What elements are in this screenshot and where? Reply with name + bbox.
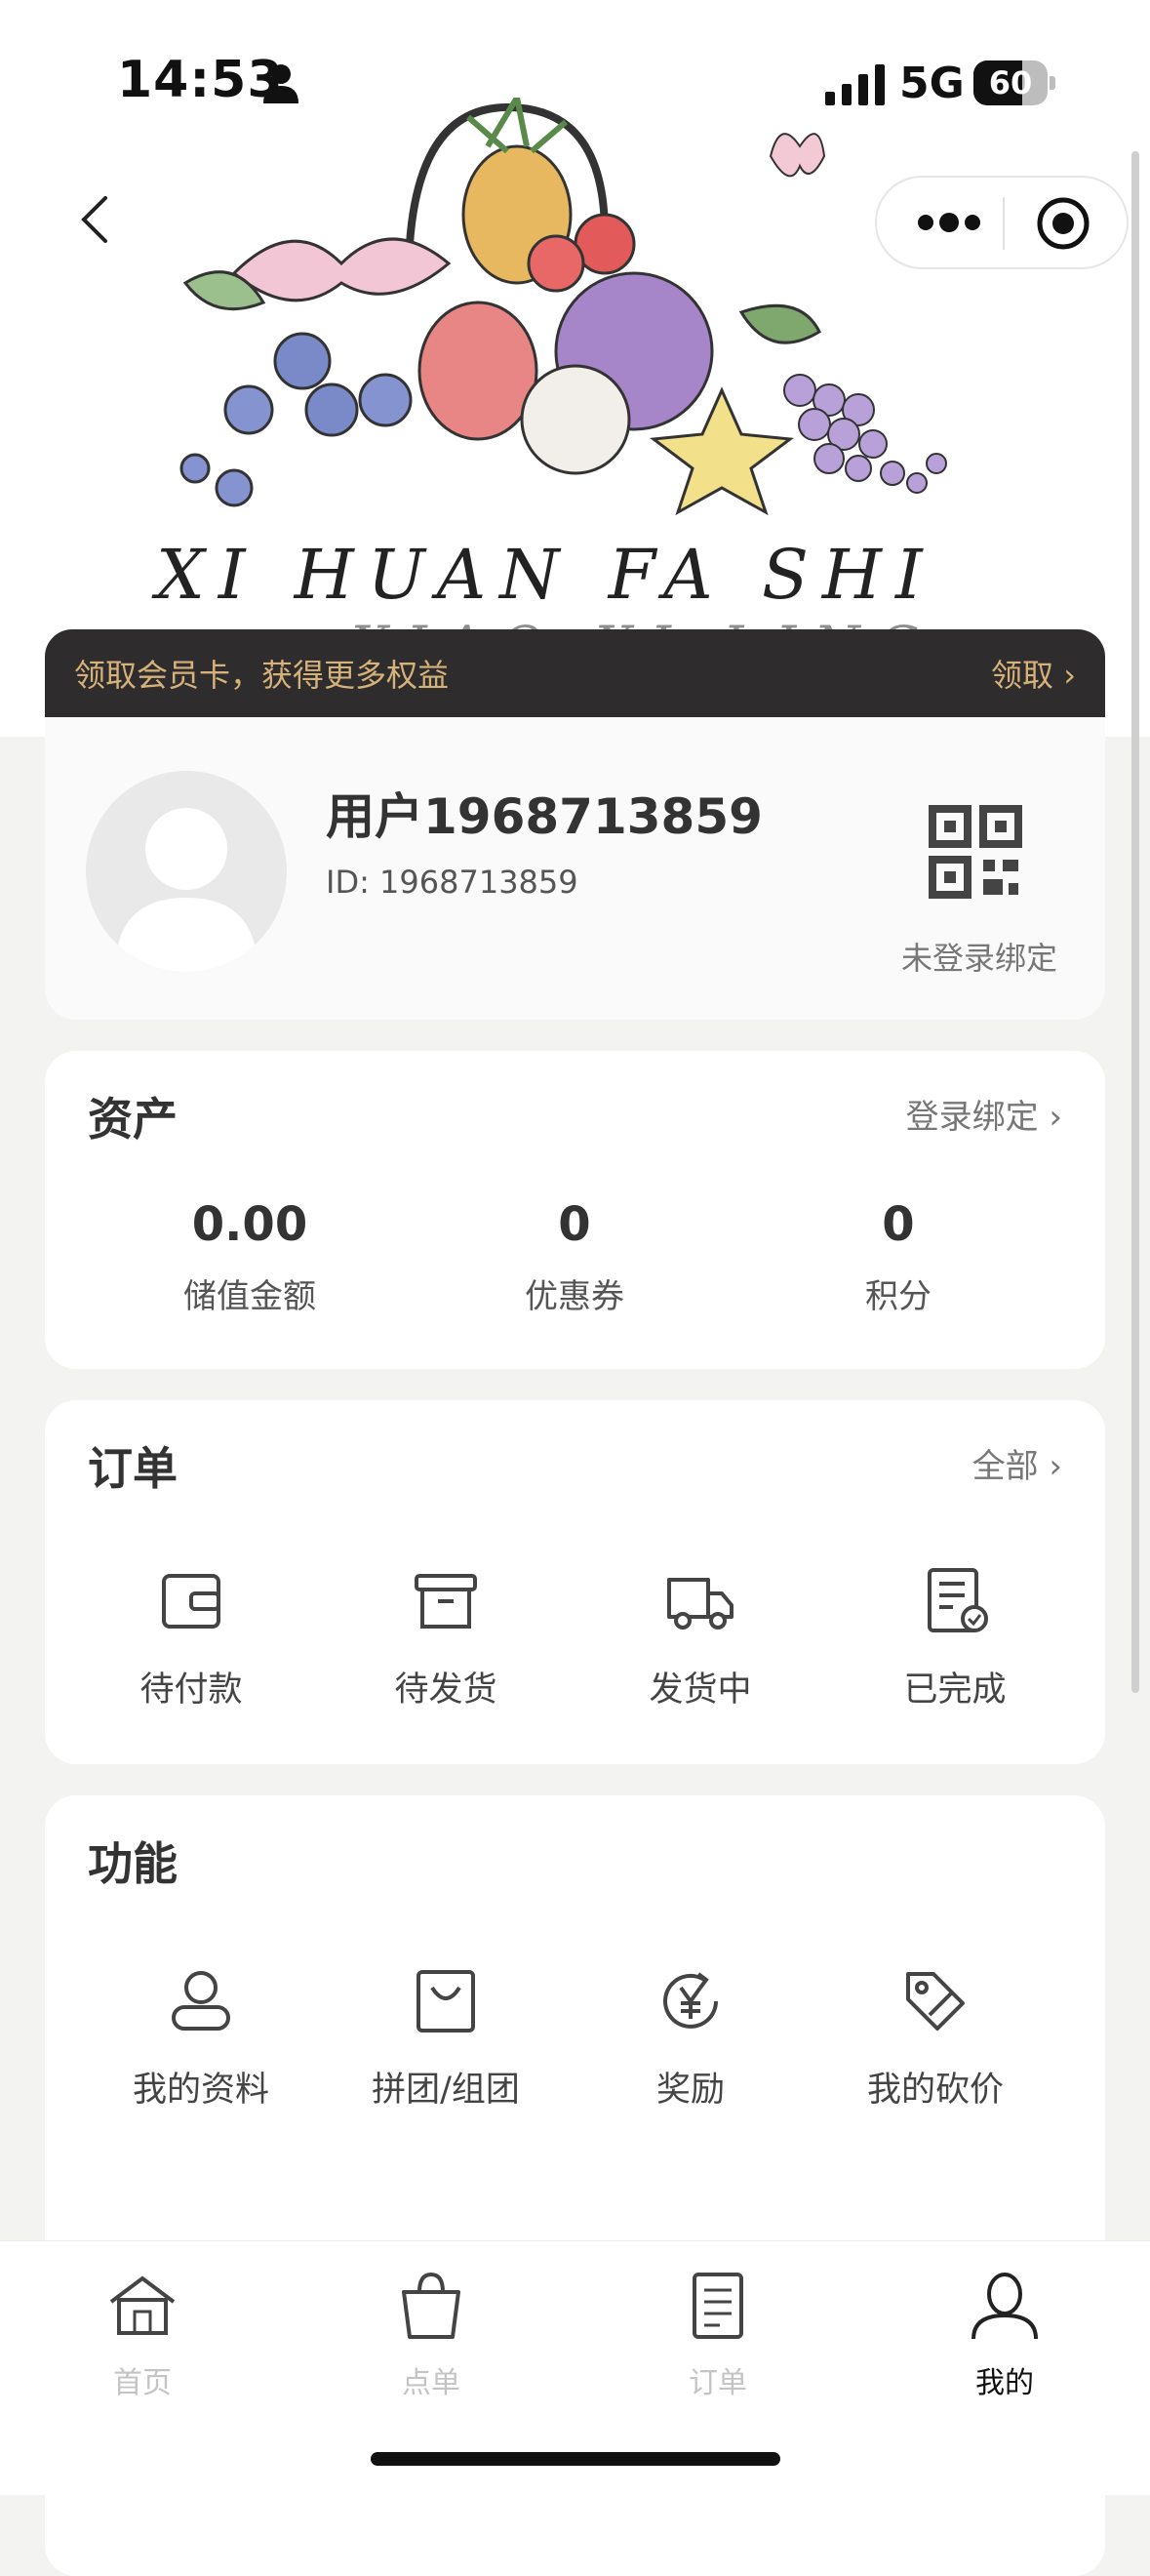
status-time: 14:53 — [117, 51, 284, 109]
assets-title: 资产 — [88, 1093, 178, 1146]
profile-icon — [172, 1971, 230, 2031]
yen-reward-icon — [663, 1972, 718, 2029]
orders-title: 订单 — [88, 1442, 178, 1495]
home-indicator[interactable] — [371, 2452, 780, 2466]
tab-orders[interactable]: 订单 — [630, 2269, 806, 2401]
points-stat[interactable]: 0 积分 — [772, 1197, 1025, 1317]
house-icon — [109, 2275, 176, 2335]
shopping-bag-icon — [416, 1970, 475, 2033]
stored-value-stat[interactable]: 0.00 储值金额 — [123, 1197, 377, 1317]
features-title: 功能 — [88, 1837, 178, 1890]
orders-all-link[interactable]: 全部 › — [972, 1439, 1062, 1487]
coupon-stat[interactable]: 0 优惠券 — [448, 1197, 701, 1317]
feature-label: 我的资料 — [132, 2071, 269, 2110]
wallet-icon — [162, 1574, 220, 1629]
default-avatar-icon — [115, 808, 258, 972]
capsule-divider — [1003, 197, 1005, 250]
feature-my-bargain[interactable]: 我的砍价 — [828, 1966, 1043, 2112]
stat-label: 积分 — [865, 1277, 932, 1316]
order-completed[interactable]: 已完成 — [848, 1566, 1062, 1711]
member-card-bar[interactable]: 领取会员卡，获得更多权益 领取 › — [45, 629, 1105, 717]
more-icon[interactable] — [914, 205, 984, 240]
feature-rewards[interactable]: 奖励 — [583, 1966, 798, 2112]
assets-login-link[interactable]: 登录绑定 › — [906, 1090, 1062, 1138]
scrollbar[interactable] — [1131, 151, 1139, 1693]
tab-label: 订单 — [689, 2366, 747, 2400]
bag-icon — [402, 2272, 460, 2339]
username: 用户1968713859 — [326, 788, 763, 845]
network-type: 5G — [899, 59, 965, 108]
orders-card: 订单 全部 › 待付款 待发货 发货中 已完成 — [45, 1400, 1105, 1764]
profile-card: 用户1968713859 ID: 1968713859 未登录绑定 — [45, 717, 1105, 1020]
tab-home[interactable]: 首页 — [55, 2269, 230, 2401]
completed-doc-icon — [928, 1568, 988, 1632]
order-label: 已完成 — [903, 1670, 1007, 1710]
close-target-icon[interactable] — [1035, 195, 1091, 252]
order-pending-shipment[interactable]: 待发货 — [338, 1566, 553, 1711]
feature-label: 我的砍价 — [866, 2071, 1004, 2110]
back-icon[interactable] — [68, 190, 127, 249]
tab-label: 我的 — [975, 2366, 1034, 2400]
box-icon — [415, 1574, 477, 1629]
stat-value: 0.00 — [191, 1197, 308, 1252]
feature-my-profile[interactable]: 我的资料 — [94, 1966, 308, 2112]
member-claim-button[interactable]: 领取 › — [991, 651, 1076, 696]
member-card-text: 领取会员卡，获得更多权益 — [74, 657, 450, 694]
receipt-icon — [693, 2273, 743, 2339]
feature-label: 拼团/组团 — [372, 2071, 520, 2110]
qr-bind-label[interactable]: 未登录绑定 — [901, 934, 1057, 979]
stat-label: 优惠券 — [525, 1277, 624, 1316]
avatar[interactable] — [86, 771, 287, 972]
person-icon — [972, 2273, 1038, 2340]
hero-banner: XI HUAN FA SHI XIAO XI LING — [0, 0, 1150, 737]
person-status-icon — [263, 64, 298, 103]
price-tag-icon — [906, 1972, 965, 2031]
hero-script-line1: XI HUAN FA SHI — [156, 535, 936, 615]
feature-group-buy[interactable]: 拼团/组团 — [338, 1966, 553, 2112]
fruit-basket-illustration — [179, 98, 947, 516]
stat-label: 储值金额 — [183, 1277, 316, 1316]
feature-label: 奖励 — [655, 2071, 725, 2110]
order-label: 发货中 — [649, 1670, 752, 1710]
tab-label: 点单 — [402, 2366, 460, 2400]
user-id: ID: 1968713859 — [326, 864, 578, 901]
stat-value: 0 — [558, 1197, 591, 1252]
stat-value: 0 — [882, 1197, 915, 1252]
mini-program-capsule — [875, 176, 1129, 269]
order-label: 待发货 — [394, 1670, 497, 1710]
signal-icon — [825, 64, 885, 105]
order-shipping[interactable]: 发货中 — [593, 1566, 808, 1711]
tab-order-menu[interactable]: 点单 — [343, 2269, 519, 2401]
truck-icon — [667, 1578, 734, 1630]
battery-level: 60 — [988, 64, 1033, 101]
qr-code-icon[interactable] — [929, 805, 1022, 899]
battery-icon: 60 — [973, 60, 1055, 105]
order-pending-payment[interactable]: 待付款 — [84, 1566, 298, 1711]
order-label: 待付款 — [139, 1670, 243, 1710]
assets-card: 资产 登录绑定 › 0.00 储值金额 0 优惠券 0 积分 — [45, 1051, 1105, 1369]
tab-label: 首页 — [113, 2366, 172, 2400]
tab-mine[interactable]: 我的 — [917, 2269, 1092, 2401]
